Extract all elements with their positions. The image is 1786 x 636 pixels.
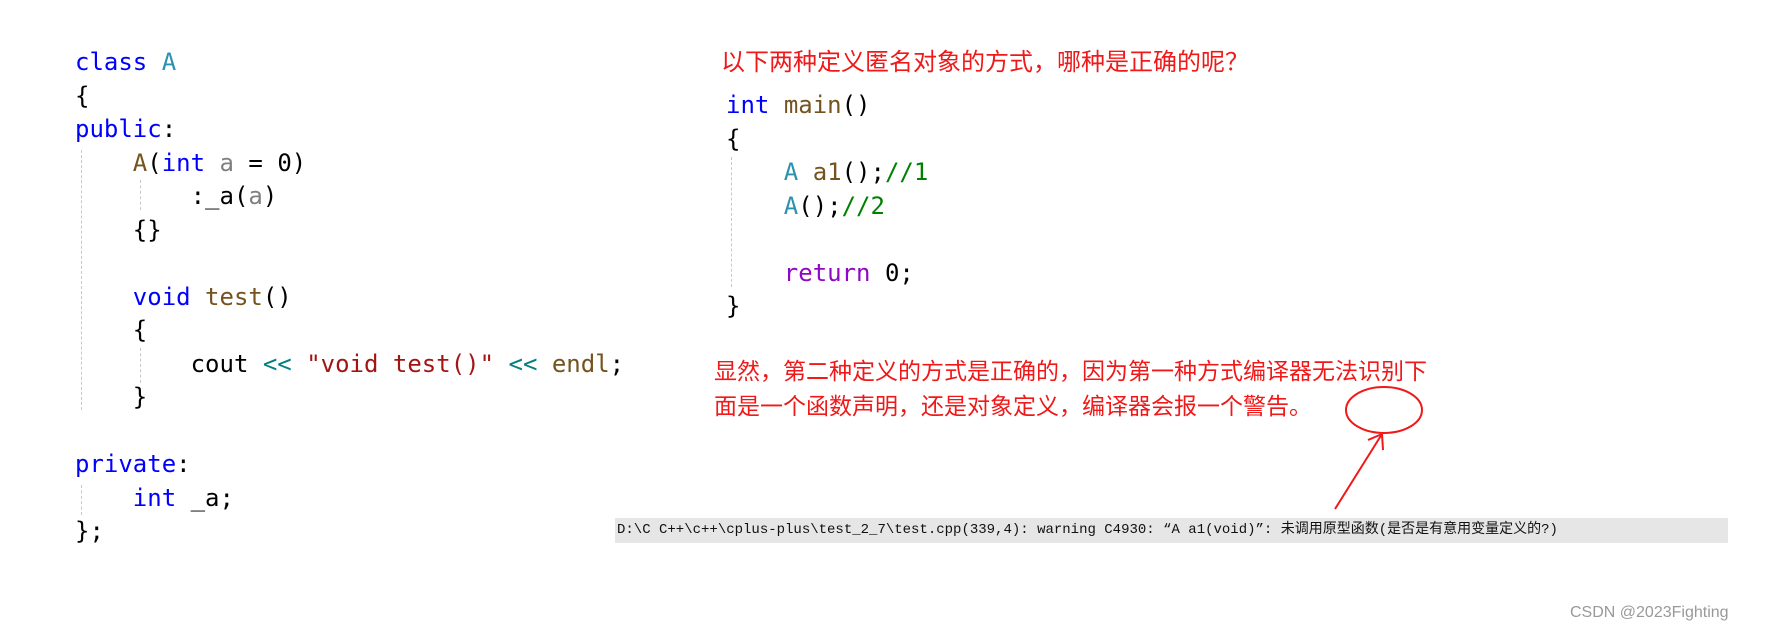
arrow-icon [1334, 433, 1384, 510]
highlight-circle [1345, 386, 1423, 434]
watermark: CSDN @2023Fighting [1570, 604, 1729, 621]
annotation-layer [1334, 386, 1423, 510]
